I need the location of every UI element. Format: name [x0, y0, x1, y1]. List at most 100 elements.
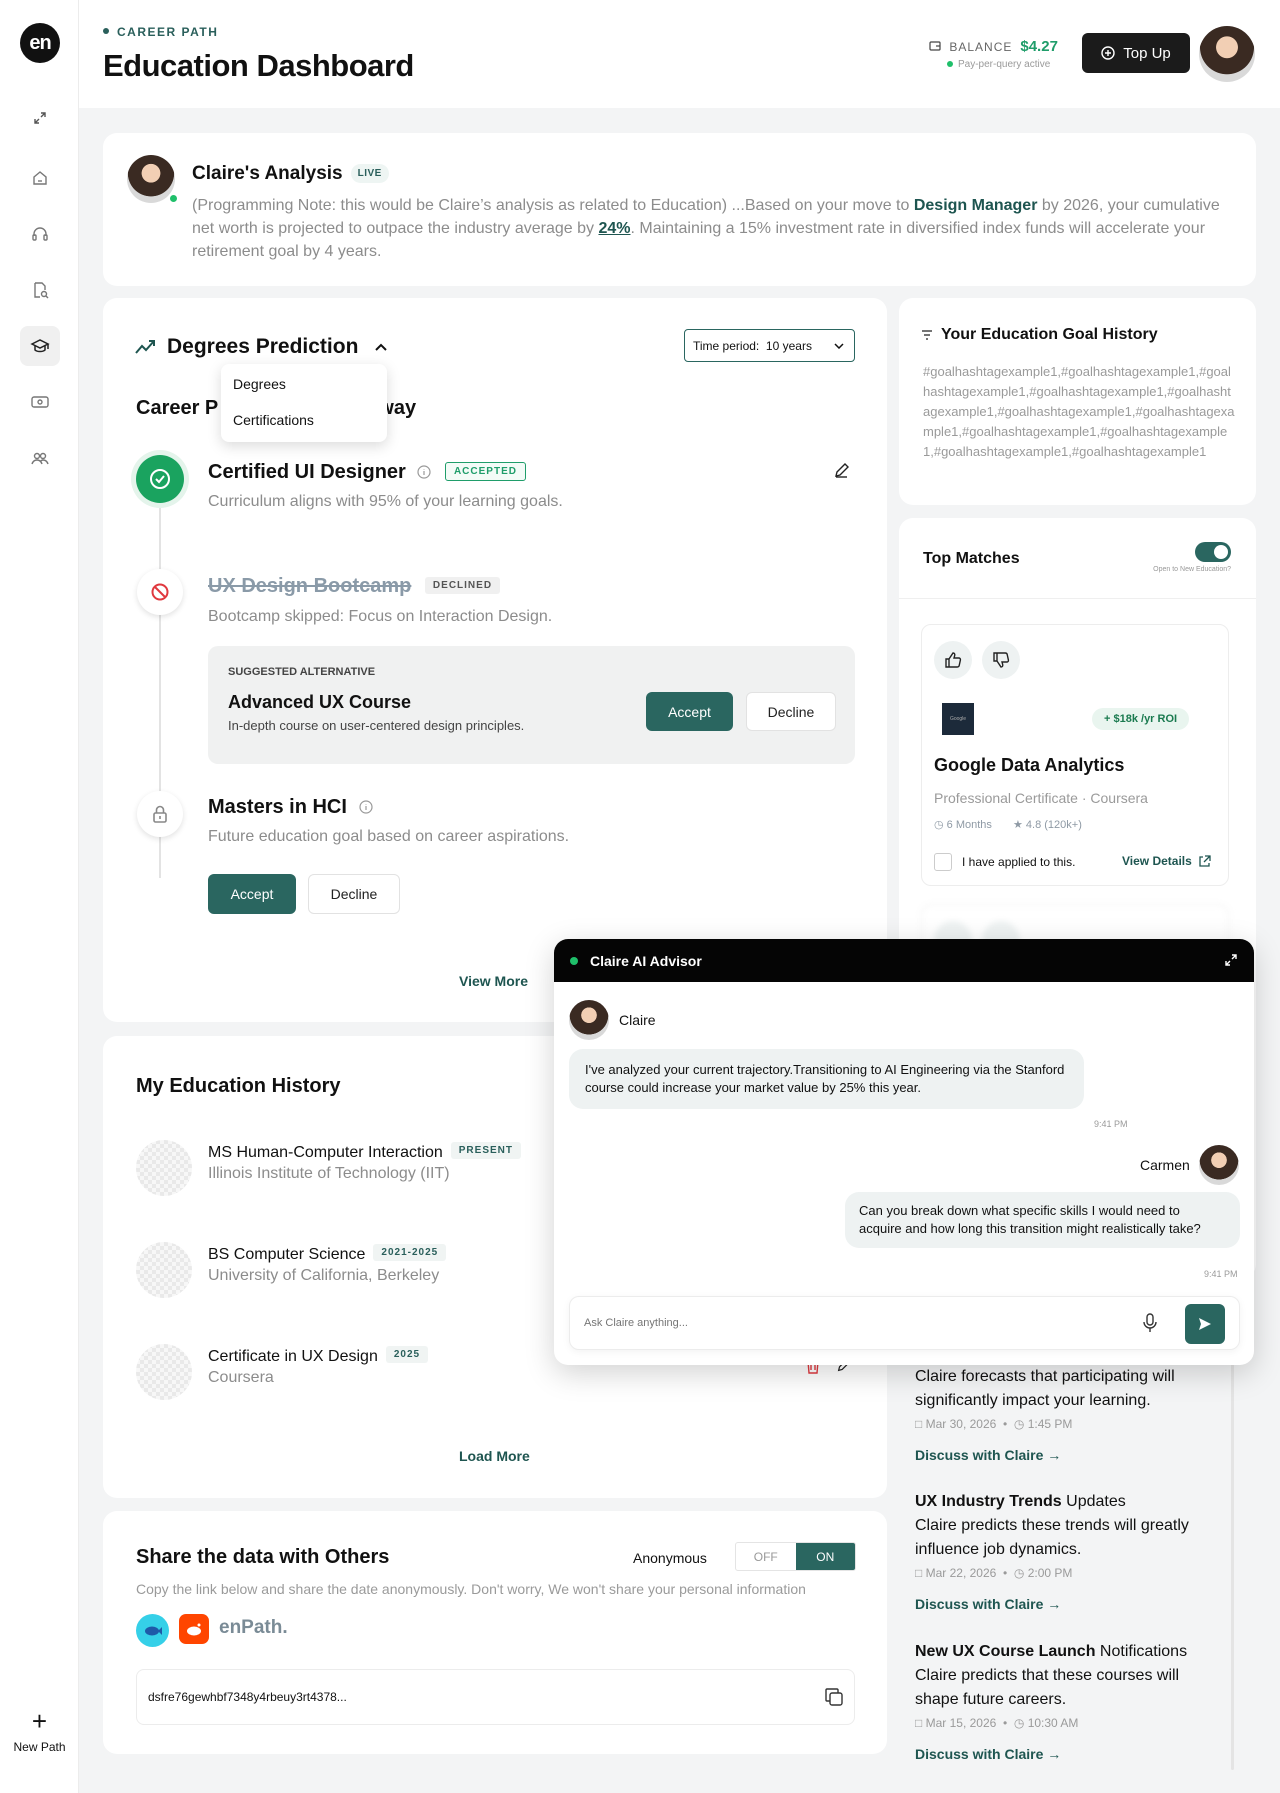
- accept-button[interactable]: Accept: [208, 874, 296, 914]
- page-header: CAREER PATH Education Dashboard BALANCE $…: [79, 0, 1280, 108]
- check-circle-icon: [136, 455, 184, 503]
- reddit-icon[interactable]: [179, 1614, 209, 1644]
- toggle-label: Open to New Education?: [1153, 566, 1231, 573]
- edit-icon[interactable]: [833, 462, 850, 484]
- lock-icon: [137, 791, 183, 837]
- applied-checkbox[interactable]: [934, 853, 952, 871]
- roi-badge: + $18k /yr ROI: [1092, 708, 1190, 730]
- money-icon[interactable]: [20, 382, 60, 422]
- discuss-link[interactable]: Discuss with Claire →: [915, 1746, 1225, 1762]
- clock-icon: ◷: [934, 819, 944, 831]
- chevron-down-icon: [834, 342, 844, 349]
- send-button[interactable]: [1185, 1304, 1225, 1344]
- search-file-icon[interactable]: [20, 270, 60, 310]
- chat-input[interactable]: [584, 1311, 1124, 1335]
- clock-icon: ◷: [1013, 1417, 1025, 1431]
- app-logo[interactable]: en: [20, 23, 60, 63]
- share-link-field[interactable]: dsfre76gewhbf7348y4rbeuy3rt4378...: [136, 1669, 855, 1725]
- balance-amount: $4.27: [1020, 38, 1058, 55]
- thumbs-up-icon[interactable]: [934, 641, 972, 679]
- highlight-pct: 24%: [598, 220, 631, 237]
- calendar-icon: □: [915, 1566, 923, 1580]
- discuss-link[interactable]: Discuss with Claire →: [915, 1596, 1225, 1612]
- decline-button[interactable]: Decline: [746, 692, 836, 731]
- top-matches-title: Top Matches: [923, 550, 1020, 567]
- view-details-link[interactable]: View Details: [1122, 854, 1211, 868]
- scrollbar[interactable]: [1231, 1350, 1234, 1770]
- microphone-icon[interactable]: [1142, 1313, 1158, 1338]
- toggle-on[interactable]: ON: [795, 1543, 855, 1570]
- status-badge: 2025: [385, 1346, 429, 1363]
- insight-meta: □ Mar 22, 2026 • ◷ 2:00 PM: [915, 1566, 1073, 1580]
- user-message: Can you break down what specific skills …: [845, 1192, 1240, 1248]
- highlight-role: Design Manager: [913, 197, 1038, 214]
- suggested-alternative-box: SUGGESTED ALTERNATIVE Advanced UX Course…: [208, 646, 855, 764]
- calendar-icon: □: [915, 1716, 923, 1730]
- status-badge: DECLINED: [424, 577, 501, 594]
- history-item-title: MS Human-Computer Interaction PRESENT: [208, 1142, 521, 1162]
- anonymous-toggle[interactable]: OFF ON: [735, 1542, 856, 1571]
- decline-button[interactable]: Decline: [308, 874, 400, 914]
- analysis-title: Claire's Analysis LIVE: [192, 163, 389, 185]
- filter-icon: [922, 330, 932, 340]
- open-to-education-toggle[interactable]: [1195, 542, 1231, 562]
- history-item-school: Illinois Institute of Technology (IIT): [208, 1165, 450, 1182]
- history-item-title: Certificate in UX Design 2025: [208, 1346, 429, 1366]
- suggested-label: SUGGESTED ALTERNATIVE: [228, 666, 376, 678]
- google-logo: Google: [942, 703, 974, 735]
- trend-icon: [135, 340, 155, 354]
- time-period-select[interactable]: Time period: 10 years: [684, 329, 855, 362]
- plus-icon: +: [31, 1706, 48, 1736]
- goal-history-card: Your Education Goal History #goalhashtag…: [899, 298, 1256, 505]
- pathway-item-title: Certified UI Designer ACCEPTED: [208, 461, 526, 484]
- advisor-message: I've analyzed your current trajectory.Tr…: [569, 1049, 1084, 1109]
- top-up-button[interactable]: Top Up: [1082, 33, 1190, 73]
- history-item-school: University of California, Berkeley: [208, 1267, 440, 1284]
- user-name: Carmen: [1140, 1157, 1190, 1173]
- share-link-text: dsfre76gewhbf7348y4rbeuy3rt4378...: [148, 1690, 347, 1704]
- status-badge: ACCEPTED: [444, 462, 526, 481]
- pathway-item-title: Masters in HCI: [208, 796, 373, 819]
- history-title: My Education History: [136, 1075, 341, 1097]
- enpath-logo[interactable]: enPath.: [219, 1617, 288, 1639]
- insight-meta: □ Mar 15, 2026 • ◷ 10:30 AM: [915, 1716, 1079, 1730]
- expand-chat-icon[interactable]: [1224, 953, 1238, 970]
- accept-button[interactable]: Accept: [646, 692, 733, 731]
- toggle-off[interactable]: OFF: [736, 1543, 796, 1570]
- copy-icon[interactable]: [824, 1687, 844, 1712]
- new-path-button[interactable]: + New Path: [0, 1708, 79, 1754]
- prediction-dropdown-menu: Degrees Certifications: [221, 364, 387, 442]
- load-more-link[interactable]: Load More: [459, 1448, 530, 1464]
- expand-icon[interactable]: [20, 98, 60, 138]
- discuss-link[interactable]: Discuss with Claire →: [915, 1447, 1215, 1463]
- insight-body: Claire forecasts that participating will…: [915, 1368, 1175, 1409]
- prediction-title[interactable]: Degrees Prediction: [135, 335, 388, 359]
- share-title: Share the data with Others: [136, 1546, 390, 1568]
- insight-item: Claire forecasts that participating will…: [915, 1365, 1215, 1463]
- dropdown-item-certifications[interactable]: Certifications: [221, 412, 387, 428]
- thumbs-down-icon[interactable]: [982, 641, 1020, 679]
- chat-input-bar: [569, 1296, 1240, 1350]
- balance-display: BALANCE $4.27 Pay-per-query active: [929, 38, 1058, 70]
- team-icon[interactable]: [20, 438, 60, 478]
- info-icon: [411, 461, 431, 483]
- insight-meta: □ Mar 30, 2026 • ◷ 1:45 PM: [915, 1417, 1073, 1431]
- share-desc: Copy the link below and share the date a…: [136, 1581, 806, 1597]
- balance-sub: Pay-per-query active: [958, 59, 1051, 70]
- suggested-title: Advanced UX Course: [228, 692, 412, 712]
- history-item-title: BS Computer Science 2021-2025: [208, 1244, 447, 1264]
- external-link-icon: [1199, 854, 1211, 867]
- user-avatar[interactable]: [1199, 26, 1255, 82]
- fish-app-icon[interactable]: [136, 1614, 169, 1647]
- home-icon[interactable]: [20, 158, 60, 198]
- graduation-cap-icon[interactable]: [20, 326, 60, 366]
- page-title: Education Dashboard: [103, 48, 414, 83]
- clock-icon: ◷: [1013, 1716, 1025, 1730]
- insight-body: Claire predicts that these courses will …: [915, 1667, 1180, 1708]
- dropdown-item-degrees[interactable]: Degrees: [221, 376, 387, 412]
- ban-icon: [137, 569, 183, 615]
- view-more-link[interactable]: View More: [459, 973, 528, 989]
- headset-icon[interactable]: [20, 214, 60, 254]
- chat-widget: Claire AI Advisor Claire I've analyzed y…: [554, 939, 1254, 1365]
- calendar-icon: □: [915, 1417, 923, 1431]
